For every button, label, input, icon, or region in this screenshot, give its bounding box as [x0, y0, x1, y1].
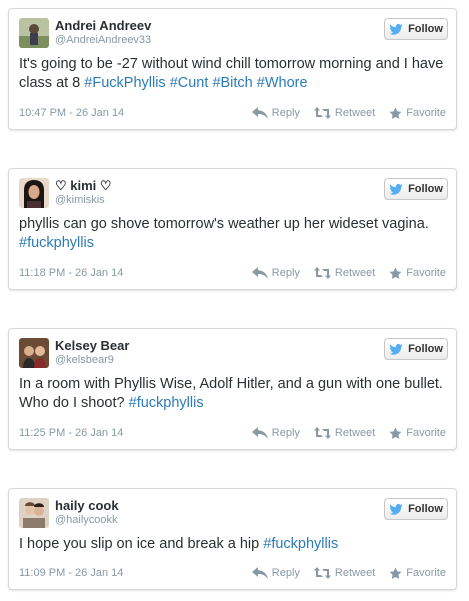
reply-icon — [251, 427, 268, 439]
tweet-text: I hope you slip on ice and break a hip #… — [19, 535, 446, 554]
tweet-text: It's going to be -27 without wind chill … — [19, 55, 446, 93]
tweet-card: Kelsey Bear @kelsbear9 Follow In a room … — [8, 328, 457, 450]
tweet-body: In a room with Phyllis Wise, Adolf Hitle… — [19, 376, 443, 411]
hashtag[interactable]: #FuckPhyllis — [84, 75, 165, 91]
author-handle[interactable]: @kimiskis — [55, 194, 105, 206]
tweet-footer: 11:09 PM - 26 Jan 14 Reply Retweet Favor… — [19, 565, 446, 581]
follow-button[interactable]: Follow — [384, 178, 448, 200]
author-name[interactable]: ♡ kimi ♡ — [55, 178, 112, 194]
retweet-button[interactable]: Retweet — [313, 267, 376, 279]
hashtag[interactable]: #fuckphyllis — [19, 235, 94, 251]
tweet-card: ♡ kimi ♡ @kimiskis Follow phyllis can go… — [8, 168, 457, 290]
timestamp[interactable]: 11:25 PM - 26 Jan 14 — [19, 427, 238, 439]
favorite-star-icon — [389, 567, 402, 579]
favorite-label: Favorite — [406, 427, 446, 439]
reply-icon — [251, 567, 268, 579]
retweet-button[interactable]: Retweet — [313, 567, 376, 579]
twitter-bird-icon — [389, 183, 403, 195]
author-handle[interactable]: @kelsbear9 — [55, 354, 114, 366]
favorite-star-icon — [389, 427, 402, 439]
follow-button[interactable]: Follow — [384, 498, 448, 520]
author-name[interactable]: Andrei Andreev — [55, 18, 151, 33]
reply-label: Reply — [271, 267, 300, 279]
favorite-button[interactable]: Favorite — [389, 267, 446, 280]
favorite-label: Favorite — [406, 567, 446, 579]
retweet-icon — [313, 427, 331, 439]
follow-label: Follow — [408, 23, 443, 35]
avatar[interactable] — [19, 338, 49, 368]
favorite-label: Favorite — [406, 267, 446, 279]
tweet-body: I hope you slip on ice and break a hip — [19, 536, 264, 552]
retweet-label: Retweet — [334, 107, 376, 119]
favorite-star-icon — [389, 107, 402, 119]
retweet-button[interactable]: Retweet — [313, 427, 376, 439]
retweet-icon — [313, 107, 331, 119]
follow-label: Follow — [408, 183, 443, 195]
reply-icon — [251, 267, 268, 279]
retweet-label: Retweet — [334, 427, 376, 439]
follow-label: Follow — [408, 503, 443, 515]
follow-label: Follow — [408, 343, 443, 355]
hashtag[interactable]: #fuckphyllis — [263, 536, 338, 552]
twitter-bird-icon — [389, 503, 403, 515]
favorite-star-icon — [389, 267, 402, 279]
follow-button[interactable]: Follow — [384, 338, 448, 360]
tweet-card: haily cook @hailycookk Follow I hope you… — [8, 488, 457, 590]
tweet-card: Andrei Andreev @AndreiAndreev33 Follow I… — [8, 8, 457, 130]
tweet-body: phyllis can go shove tomorrow's weather … — [19, 216, 429, 232]
retweet-icon — [313, 567, 331, 579]
favorite-label: Favorite — [406, 107, 446, 119]
reply-button[interactable]: Reply — [251, 267, 300, 279]
timestamp[interactable]: 11:09 PM - 26 Jan 14 — [19, 567, 238, 579]
reply-label: Reply — [271, 427, 300, 439]
follow-button[interactable]: Follow — [384, 18, 448, 40]
tweet-footer: 10:47 PM - 26 Jan 14 Reply Retweet Favor… — [19, 105, 446, 121]
hashtag[interactable]: #Bitch — [212, 75, 252, 91]
author-handle[interactable]: @hailycookk — [55, 514, 118, 526]
tweet-text: In a room with Phyllis Wise, Adolf Hitle… — [19, 375, 446, 413]
timestamp[interactable]: 11:18 PM - 26 Jan 14 — [19, 267, 238, 279]
avatar[interactable] — [19, 18, 49, 48]
reply-icon — [251, 107, 268, 119]
twitter-bird-icon — [389, 343, 403, 355]
favorite-button[interactable]: Favorite — [389, 427, 446, 440]
author-name[interactable]: haily cook — [55, 498, 119, 513]
hashtag[interactable]: #Whore — [257, 75, 308, 91]
reply-button[interactable]: Reply — [251, 427, 300, 439]
author-handle[interactable]: @AndreiAndreev33 — [55, 34, 151, 46]
avatar[interactable] — [19, 498, 49, 528]
favorite-button[interactable]: Favorite — [389, 107, 446, 120]
author-name[interactable]: Kelsey Bear — [55, 338, 129, 353]
tweet-text: phyllis can go shove tomorrow's weather … — [19, 215, 446, 253]
reply-label: Reply — [271, 107, 300, 119]
retweet-label: Retweet — [334, 567, 376, 579]
twitter-bird-icon — [389, 23, 403, 35]
reply-button[interactable]: Reply — [251, 567, 300, 579]
retweet-button[interactable]: Retweet — [313, 107, 376, 119]
favorite-button[interactable]: Favorite — [389, 567, 446, 580]
hashtag[interactable]: #Cunt — [170, 75, 209, 91]
retweet-icon — [313, 267, 331, 279]
reply-label: Reply — [271, 567, 300, 579]
avatar[interactable] — [19, 178, 49, 208]
retweet-label: Retweet — [334, 267, 376, 279]
timestamp[interactable]: 10:47 PM - 26 Jan 14 — [19, 107, 238, 119]
tweet-footer: 11:25 PM - 26 Jan 14 Reply Retweet Favor… — [19, 425, 446, 441]
hashtag[interactable]: #fuckphyllis — [129, 395, 204, 411]
tweet-footer: 11:18 PM - 26 Jan 14 Reply Retweet Favor… — [19, 265, 446, 281]
reply-button[interactable]: Reply — [251, 107, 300, 119]
